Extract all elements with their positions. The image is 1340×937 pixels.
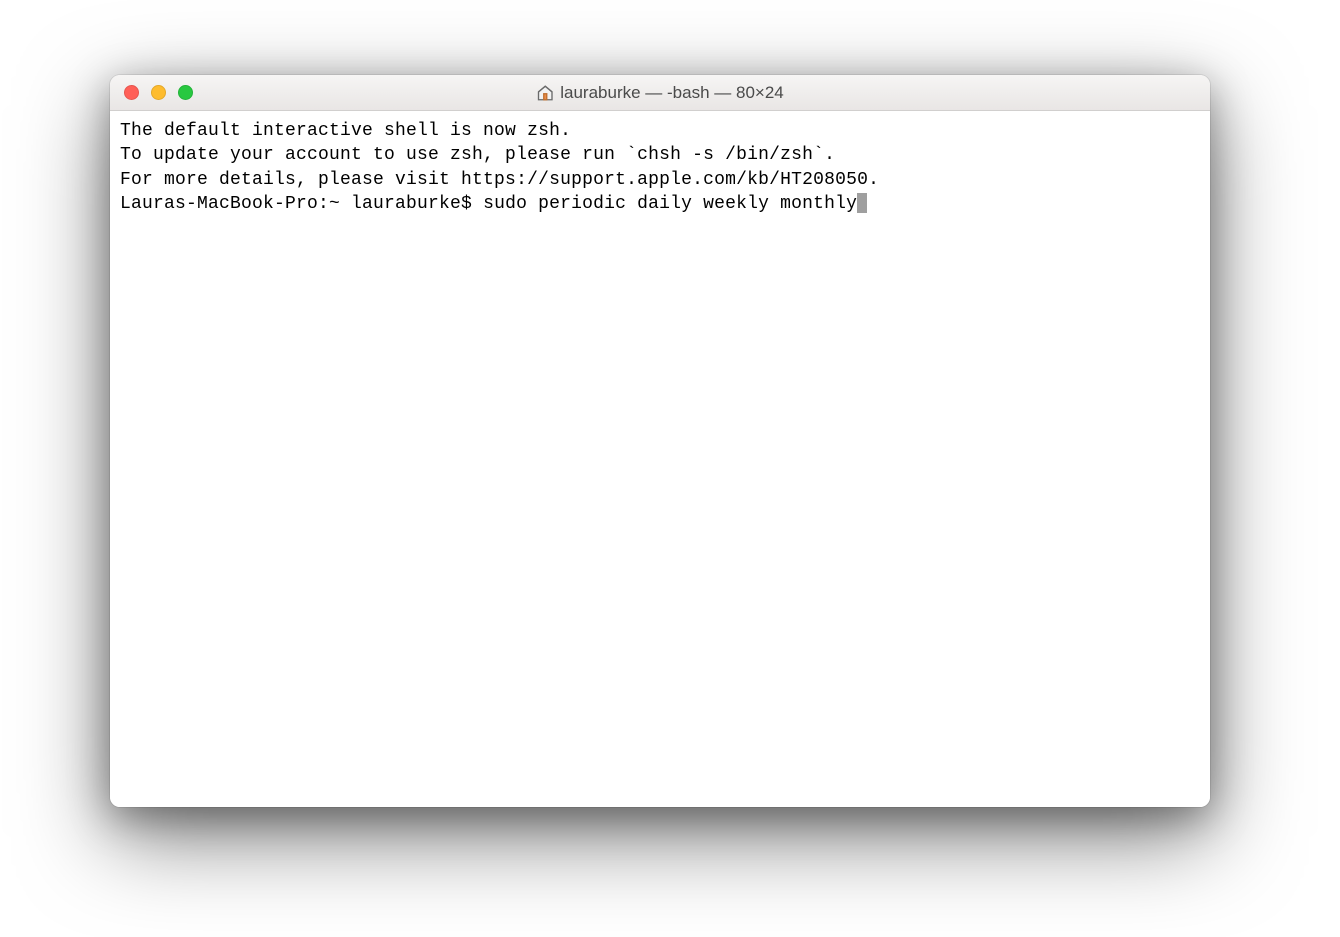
traffic-lights <box>110 85 193 100</box>
terminal-window: lauraburke — -bash — 80×24 The default i… <box>110 75 1210 807</box>
terminal-line: The default interactive shell is now zsh… <box>120 119 1200 143</box>
window-title: lauraburke — -bash — 80×24 <box>560 83 784 103</box>
close-button[interactable] <box>124 85 139 100</box>
minimize-button[interactable] <box>151 85 166 100</box>
terminal-output[interactable]: The default interactive shell is now zsh… <box>110 111 1210 807</box>
home-icon <box>536 84 554 102</box>
window-titlebar[interactable]: lauraburke — -bash — 80×24 <box>110 75 1210 111</box>
cursor <box>857 193 867 213</box>
terminal-command: sudo periodic daily weekly monthly <box>483 194 857 214</box>
maximize-button[interactable] <box>178 85 193 100</box>
terminal-line: To update your account to use zsh, pleas… <box>120 143 1200 167</box>
terminal-prompt: Lauras-MacBook-Pro:~ lauraburke$ <box>120 194 483 214</box>
terminal-line: For more details, please visit https://s… <box>120 168 1200 192</box>
window-title-container: lauraburke — -bash — 80×24 <box>536 83 784 103</box>
